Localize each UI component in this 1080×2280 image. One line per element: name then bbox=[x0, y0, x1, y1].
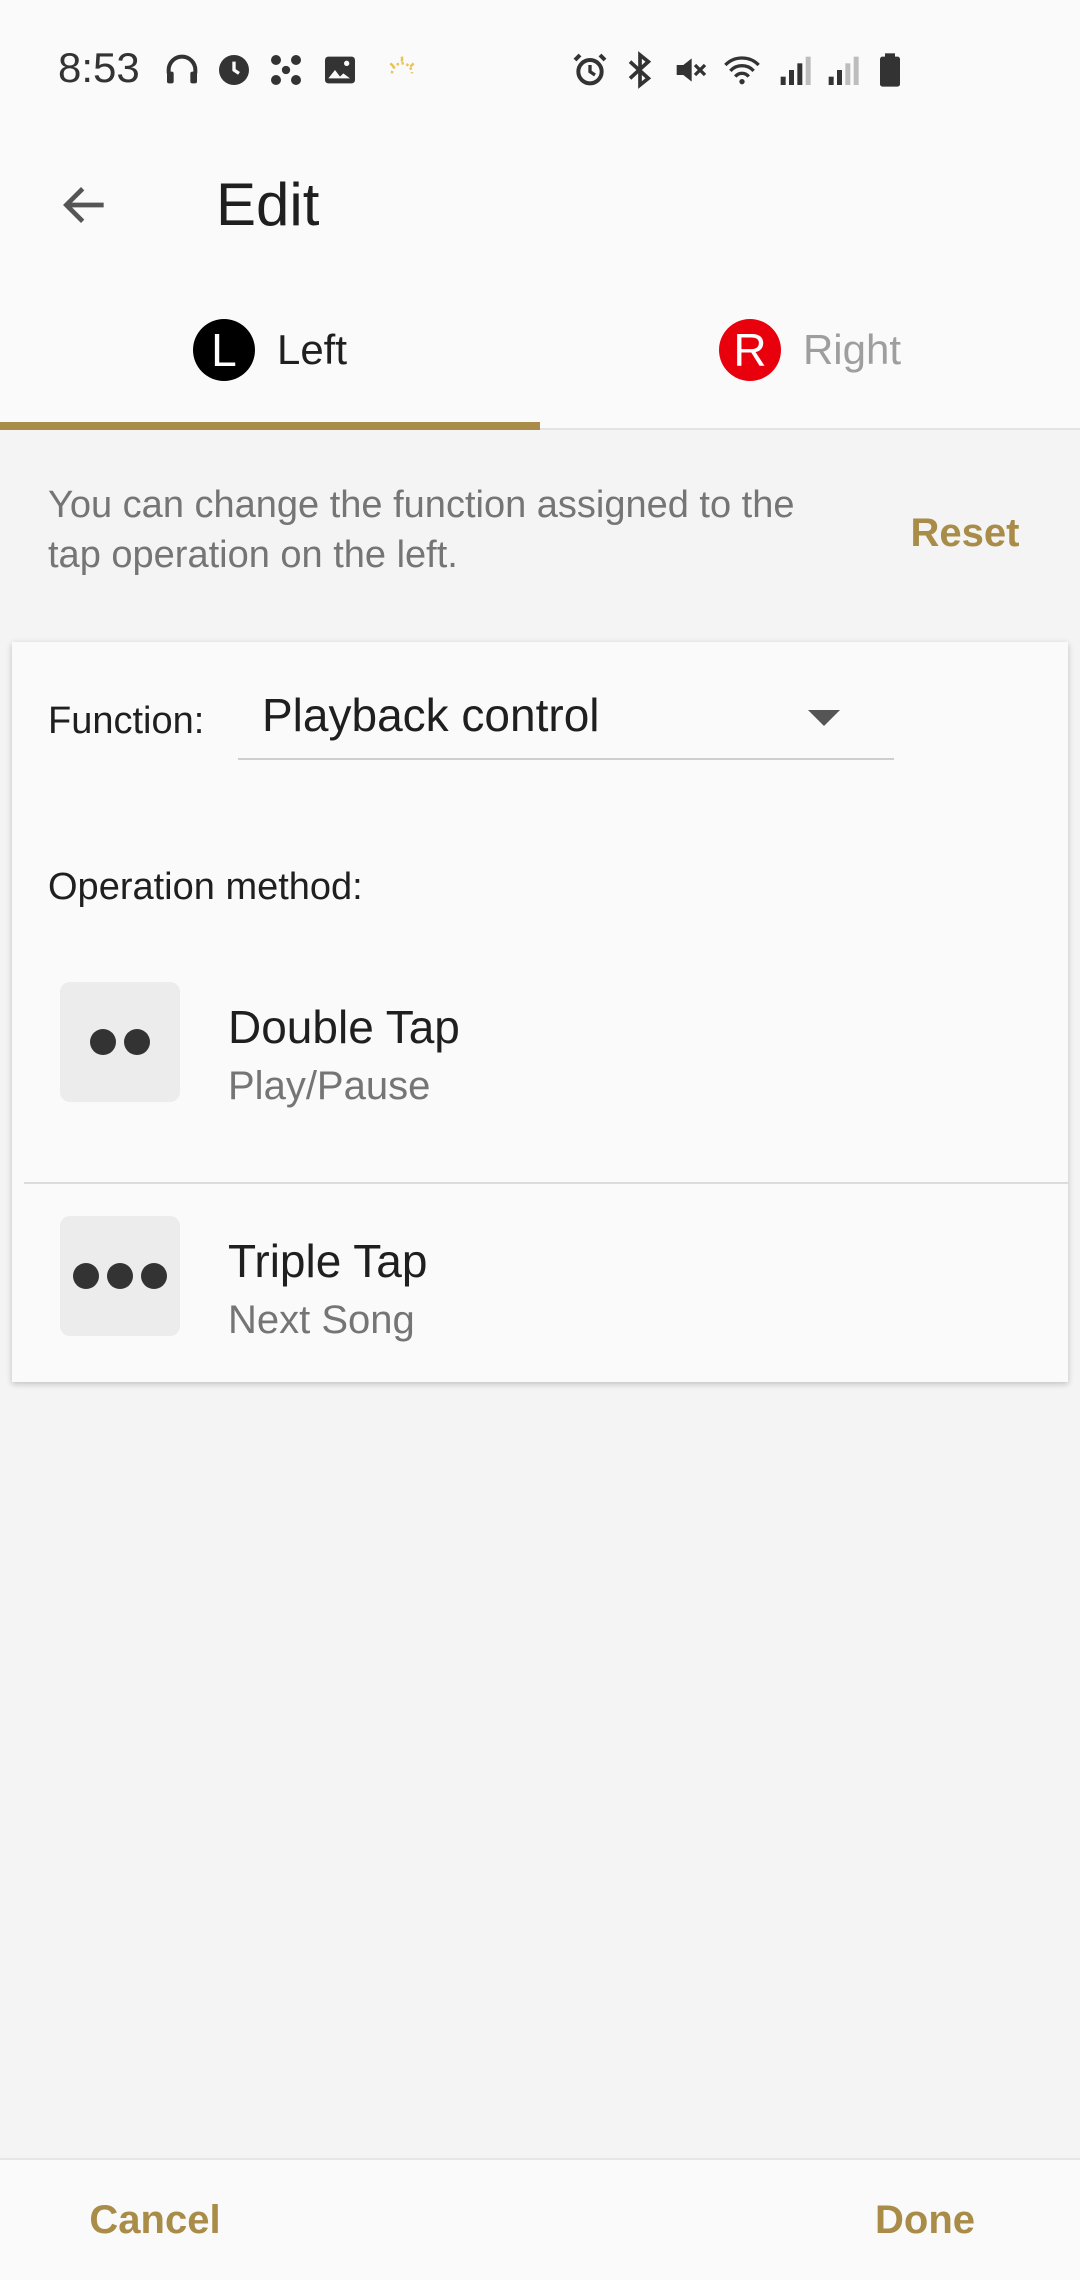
image-icon bbox=[320, 50, 360, 90]
operation-item-double-tap[interactable]: Double Tap Play/Pause bbox=[24, 952, 1068, 1184]
right-badge-icon: R bbox=[718, 319, 781, 381]
back-button[interactable] bbox=[40, 160, 130, 250]
status-bar: 8:53 bbox=[0, 0, 1080, 140]
headphones-icon bbox=[162, 50, 202, 90]
dot bbox=[124, 1029, 150, 1055]
operation-action: Next Song bbox=[228, 1298, 415, 1342]
bottom-action-bar: Cancel Done bbox=[0, 2158, 1080, 2280]
reset-button[interactable]: Reset bbox=[880, 498, 1050, 568]
function-value: Playback control bbox=[262, 689, 600, 741]
sun-icon bbox=[382, 50, 422, 90]
signal-icon bbox=[774, 50, 814, 90]
function-dropdown[interactable]: Playback control bbox=[238, 678, 894, 760]
operation-heading: Operation method: bbox=[48, 866, 363, 908]
function-label: Function: bbox=[48, 700, 205, 742]
dot bbox=[90, 1029, 116, 1055]
fan-icon bbox=[266, 50, 306, 90]
description-text: You can change the function assigned to … bbox=[48, 484, 795, 576]
tab-right-label: Right bbox=[802, 326, 902, 373]
double-tap-icon bbox=[60, 982, 180, 1102]
dot bbox=[107, 1263, 133, 1289]
operation-item-triple-tap[interactable]: Triple Tap Next Song bbox=[12, 1186, 1068, 1418]
app-bar: Edit bbox=[0, 140, 1080, 270]
dot bbox=[73, 1263, 99, 1289]
function-card: Function: Playback control Operation met… bbox=[12, 642, 1068, 1382]
operation-action: Play/Pause bbox=[228, 1064, 431, 1108]
tab-left-label: Left bbox=[276, 326, 348, 373]
signal-icon-2 bbox=[822, 50, 862, 90]
triple-tap-icon bbox=[60, 1216, 180, 1336]
operation-name: Triple Tap bbox=[228, 1235, 428, 1287]
dropdown-arrow-icon bbox=[808, 710, 840, 726]
tab-indicator bbox=[0, 422, 540, 430]
left-badge-icon: L bbox=[192, 319, 255, 381]
tab-bar: L Left R Right bbox=[0, 270, 1080, 430]
status-time: 8:53 bbox=[58, 44, 140, 91]
sync-icon bbox=[214, 50, 254, 90]
operation-name: Double Tap bbox=[228, 1001, 460, 1053]
dot bbox=[141, 1263, 167, 1289]
battery-icon bbox=[870, 50, 910, 90]
done-button[interactable]: Done bbox=[850, 2180, 1000, 2260]
alarm-icon bbox=[570, 50, 610, 90]
cancel-button[interactable]: Cancel bbox=[70, 2180, 240, 2260]
wifi-icon bbox=[722, 50, 762, 90]
arrow-left-icon bbox=[63, 187, 104, 223]
bluetooth-icon bbox=[620, 50, 660, 90]
mute-icon bbox=[670, 50, 710, 90]
tab-left[interactable]: L Left bbox=[0, 270, 540, 430]
page-title: Edit bbox=[216, 171, 320, 238]
tab-right[interactable]: R Right bbox=[540, 270, 1080, 430]
